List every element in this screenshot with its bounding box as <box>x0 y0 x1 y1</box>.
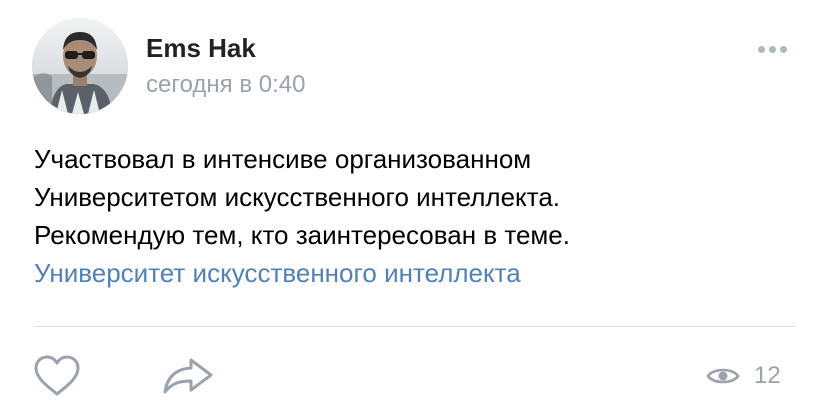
more-options-button[interactable] <box>750 36 794 62</box>
author-name[interactable]: Ems Hak <box>146 33 256 64</box>
post-link[interactable]: Университет искусственного интеллекта <box>34 254 804 292</box>
user-avatar-photo <box>32 18 128 114</box>
share-button[interactable] <box>160 354 216 398</box>
heart-icon <box>34 355 80 396</box>
views-count: 12 <box>754 362 781 389</box>
eye-icon <box>706 368 740 384</box>
views-counter: 12 <box>706 360 781 392</box>
avatar[interactable] <box>32 18 128 114</box>
divider <box>34 326 796 327</box>
share-arrow-icon <box>163 358 213 394</box>
post-text-line: Рекомендую тем, кто заинтересован в теме… <box>34 220 570 250</box>
post-text-line: Участвовал в интенсиве организованном <box>34 144 532 174</box>
post-card: Ems Hak сегодня в 0:40 Участвовал в инте… <box>0 0 828 414</box>
like-button[interactable] <box>32 354 82 398</box>
more-dots-icon <box>768 45 776 53</box>
post-text-line: Университетом искусственного интеллекта. <box>34 182 561 212</box>
more-dots-icon <box>779 45 787 53</box>
post-time[interactable]: сегодня в 0:40 <box>146 71 305 99</box>
more-dots-icon <box>757 45 765 53</box>
post-text: Участвовал в интенсиве организованном Ун… <box>34 140 804 292</box>
